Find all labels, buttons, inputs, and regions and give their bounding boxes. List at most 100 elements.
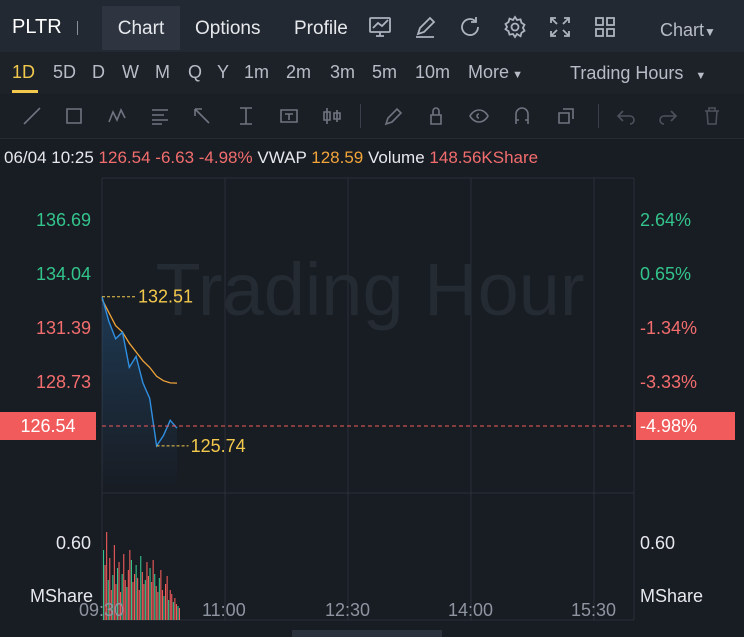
candle-icon[interactable] — [320, 104, 344, 128]
x-axis-label: 12:30 — [325, 600, 371, 620]
tab-profile[interactable]: Profile — [294, 6, 348, 50]
quote-datetime: 06/04 10:25 — [4, 148, 94, 167]
wave-icon[interactable] — [106, 104, 130, 128]
chart-watermark: Trading Hour — [155, 248, 584, 331]
trash-icon[interactable] — [700, 104, 724, 128]
volume-bar — [169, 590, 171, 620]
vwap-label: VWAP — [257, 148, 307, 167]
period-1d[interactable]: 1D — [12, 62, 35, 83]
y-axis-right-label: -1.34% — [640, 318, 698, 338]
price-chart[interactable]: Trading Hour 132.51 125.74 — [0, 176, 744, 637]
volume-bar — [152, 560, 154, 620]
pencil-icon[interactable] — [380, 104, 404, 128]
divider — [360, 104, 361, 128]
chevron-down-icon: ▼ — [509, 69, 523, 81]
trading-hours-dropdown[interactable]: Trading Hours ▼ — [570, 63, 706, 84]
period-2m[interactable]: 2m — [286, 62, 311, 83]
refresh-icon[interactable] — [457, 14, 483, 40]
divider — [77, 21, 78, 35]
volume-bar — [175, 604, 177, 620]
x-axis-label: 11:00 — [202, 600, 246, 620]
volume-bar — [144, 580, 146, 620]
indicator-chart-icon[interactable] — [367, 14, 393, 40]
volume-bar — [147, 576, 149, 620]
y-axis-left-label: 128.73 — [36, 372, 92, 392]
volume-bar — [166, 576, 168, 620]
lock-icon[interactable] — [424, 104, 448, 128]
fullscreen-icon[interactable] — [547, 14, 573, 40]
text-icon[interactable] — [277, 104, 301, 128]
undo-icon[interactable] — [614, 104, 638, 128]
period-q[interactable]: Q — [188, 62, 202, 83]
trendline-icon[interactable] — [20, 104, 44, 128]
draw-pencil-icon[interactable] — [412, 14, 438, 40]
period-5d[interactable]: 5D — [53, 62, 76, 83]
y-axis-right-label: -3.33% — [640, 372, 698, 392]
volume-bar — [172, 602, 174, 620]
period-1m[interactable]: 1m — [244, 62, 269, 83]
current-price-tag: 126.54 — [0, 412, 96, 440]
volume-bar — [151, 582, 153, 620]
y-axis-right-label: 2.64% — [640, 210, 692, 230]
magnet-icon[interactable] — [510, 104, 534, 128]
volume-bar — [134, 574, 136, 620]
volume-bar — [154, 574, 156, 620]
volume-unit-right: MShare — [640, 586, 704, 606]
vwap-value: 128.59 — [311, 148, 364, 167]
low-price-label: 125.74 — [191, 436, 246, 456]
fib-lines-icon[interactable] — [148, 104, 172, 128]
trading-hours-label: Trading Hours — [570, 63, 684, 83]
rectangle-icon[interactable] — [62, 104, 86, 128]
chevron-down-icon: ▼ — [695, 70, 707, 82]
period-y[interactable]: Y — [217, 62, 229, 83]
measure-icon[interactable] — [234, 104, 258, 128]
volume-bar — [130, 560, 132, 620]
quote-change: -6.63 — [155, 148, 195, 167]
volume-bar — [140, 556, 142, 620]
scroll-handle[interactable] — [292, 630, 442, 637]
redo-icon[interactable] — [656, 104, 680, 128]
chart-type-dropdown[interactable]: Chart▼ — [660, 20, 716, 41]
x-axis-label: 15:30 — [571, 600, 617, 620]
volume-bar — [137, 578, 139, 620]
more-periods-dropdown[interactable]: More ▼ — [468, 62, 523, 83]
period-3m[interactable]: 3m — [330, 62, 355, 83]
volume-bar — [158, 578, 160, 620]
period-10m[interactable]: 10m — [415, 62, 450, 83]
volume-value: 148.56KShare — [429, 148, 539, 167]
tab-chart[interactable]: Chart — [102, 6, 180, 50]
volume-bar — [124, 580, 126, 620]
volume-bar — [171, 594, 173, 620]
current-pct-tag: -4.98% — [636, 412, 735, 440]
volume-bar — [149, 568, 151, 620]
volume-bar — [135, 565, 137, 620]
volume-axis-right-value: 0.60 — [640, 533, 676, 553]
settings-gear-icon[interactable] — [502, 14, 528, 40]
high-price-label: 132.51 — [138, 287, 193, 307]
layout-grid-icon[interactable] — [592, 14, 618, 40]
quote-info-bar: 06/04 10:25 126.54 -6.63 -4.98% VWAP 128… — [4, 148, 538, 168]
arrow-icon[interactable] — [190, 104, 214, 128]
period-w[interactable]: W — [122, 62, 139, 83]
y-axis-left-label: 131.39 — [36, 318, 92, 338]
volume-bar — [146, 562, 148, 620]
y-axis-right-label: 0.65% — [640, 264, 692, 284]
volume-bar — [155, 586, 157, 620]
more-label: More — [468, 62, 510, 82]
volume-bar — [160, 570, 162, 620]
period-m[interactable]: M — [155, 62, 170, 83]
eye-icon[interactable] — [467, 104, 491, 128]
chart-type-label: Chart — [660, 20, 705, 40]
volume-bar — [178, 608, 180, 620]
period-5m[interactable]: 5m — [372, 62, 397, 83]
layers-icon[interactable] — [554, 104, 578, 128]
x-axis-label: 14:00 — [448, 600, 494, 620]
chart-grid — [101, 177, 635, 621]
quote-change-pct: -4.98% — [198, 148, 253, 167]
volume-bar — [174, 598, 176, 620]
tab-options[interactable]: Options — [195, 6, 260, 50]
volume-bar — [132, 582, 134, 620]
period-d[interactable]: D — [92, 62, 105, 83]
quote-price: 126.54 — [98, 148, 151, 167]
volume-bar — [163, 596, 165, 620]
